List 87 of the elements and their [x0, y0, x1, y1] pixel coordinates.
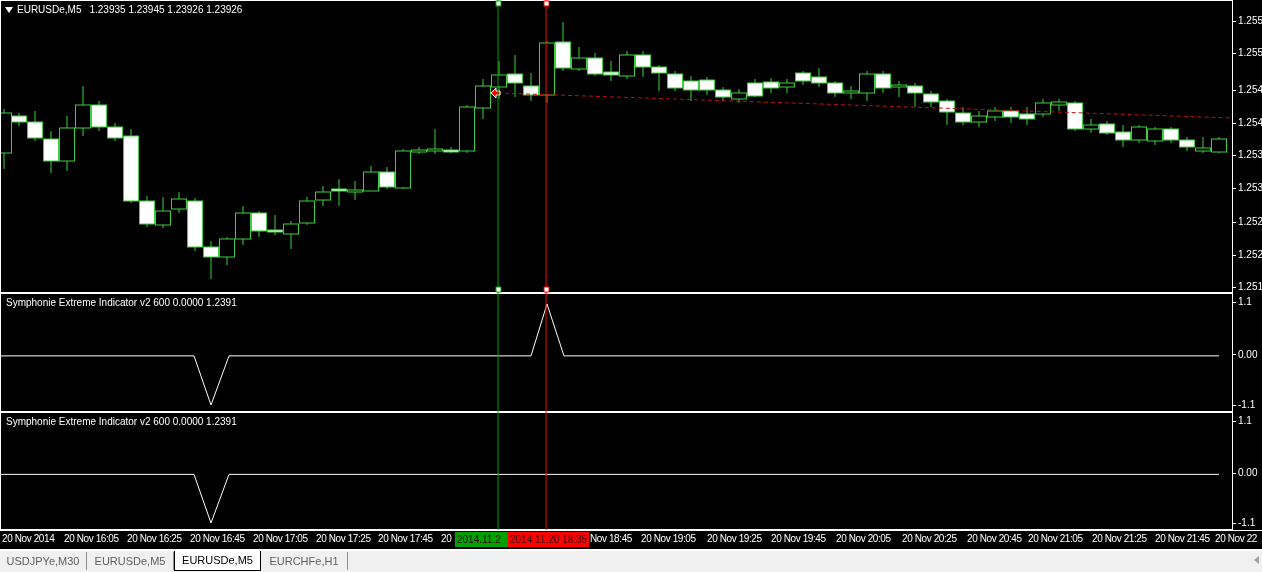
time-marker: 2014.11.20 18:35 — [508, 532, 590, 547]
candlestick — [43, 130, 59, 174]
candlestick — [219, 236, 235, 266]
candlestick — [683, 75, 699, 102]
indicator-label: Symphonie Extreme Indicator v2 600 0.0000 1.2391 — [6, 415, 237, 429]
chart-tab[interactable]: EURCHFe,H1 — [261, 552, 348, 570]
time-label: 20 Nov 2014 — [2, 532, 55, 546]
candlestick — [971, 110, 987, 128]
axis-label: 1.253 — [1238, 148, 1262, 162]
time-marker: 2014.11.2 — [455, 532, 508, 547]
axis-label: -1.1 — [1238, 398, 1256, 412]
time-label: 20 Nov 17:05 — [253, 532, 308, 546]
candlestick — [987, 106, 1003, 122]
arrow-icon — [490, 87, 501, 99]
time-label: Nov 18:45 — [590, 532, 632, 546]
candlestick — [1035, 98, 1051, 118]
candlestick — [1195, 136, 1211, 154]
time-label: 20 Nov 20:05 — [836, 532, 891, 546]
indicator-label: Symphonie Extreme Indicator v2 600 0.0000 1.2391 — [6, 296, 237, 310]
candlestick — [635, 50, 651, 78]
candlestick — [795, 70, 811, 86]
dropdown-icon[interactable] — [5, 7, 13, 13]
time-label: 20 Nov 19:45 — [771, 532, 826, 546]
candlestick — [587, 52, 603, 77]
candlestick — [715, 86, 731, 102]
time-label: 20 Nov 17:45 — [378, 532, 433, 546]
candlestick — [1211, 136, 1227, 154]
time-label: 20 Nov 21:25 — [1092, 532, 1147, 546]
axis-label: 1.252 — [1238, 215, 1262, 229]
axis-label: -1.1 — [1238, 516, 1256, 530]
candlestick — [603, 60, 619, 82]
axis-label: 1.252 — [1238, 248, 1262, 262]
candlestick — [203, 240, 219, 280]
axis-label: 1.255 — [1238, 14, 1262, 28]
candlestick — [651, 64, 667, 92]
time-label: 20 Nov 20:45 — [967, 532, 1022, 546]
axis-label: 1.254 — [1238, 83, 1262, 97]
time-label: 20 Nov 20:25 — [902, 532, 957, 546]
candlestick — [763, 77, 779, 94]
candlestick — [363, 165, 379, 192]
chart-tab[interactable]: EURUSDe,M5 — [174, 551, 261, 571]
candlestick — [1131, 124, 1147, 144]
candlestick — [955, 106, 971, 126]
time-label: 20 — [441, 532, 452, 546]
time-label: 20 Nov 17:25 — [316, 532, 371, 546]
axis-label: 1.1 — [1238, 295, 1252, 309]
candlestick — [667, 70, 683, 92]
axis-label: 0.00 — [1238, 466, 1258, 481]
time-label: 20 Nov 22 — [1215, 532, 1257, 546]
candlestick — [491, 60, 507, 100]
time-label: 20 Nov 16:45 — [190, 532, 245, 546]
time-label: 20 Nov 21:45 — [1155, 532, 1210, 546]
chart-tab[interactable]: USDJPYe,M30 — [0, 552, 87, 570]
axis-label: 1.255 — [1238, 46, 1262, 60]
candlestick — [1179, 136, 1195, 152]
axis-label: 0.00 — [1238, 347, 1258, 362]
candlestick — [875, 70, 891, 94]
time-label: 20 Nov 19:05 — [641, 532, 696, 546]
symbol-label: EURUSDe,M5 — [17, 3, 82, 17]
axis-label: 1.251 — [1238, 280, 1262, 294]
candlestick — [1003, 106, 1019, 124]
candlestick — [267, 214, 283, 236]
candlestick — [1147, 126, 1163, 146]
time-label: 20 Nov 19:25 — [707, 532, 762, 546]
candlestick — [59, 115, 75, 172]
time-label: 20 Nov 16:05 — [64, 532, 119, 546]
candlestick — [827, 80, 843, 98]
candlestick — [747, 78, 763, 98]
candlestick — [315, 185, 331, 207]
candlestick — [475, 78, 491, 120]
axis-label: 1.254 — [1238, 116, 1262, 130]
candlestick — [779, 78, 795, 94]
candlestick — [283, 220, 299, 250]
time-label: 20 Nov 21:05 — [1028, 532, 1083, 546]
time-label: 20 Nov 16:25 — [127, 532, 182, 546]
candlestick — [699, 76, 715, 96]
quote-text: 1.23935 1.23945 1.23926 1.23926 — [89, 3, 243, 17]
candlestick — [331, 178, 347, 207]
candlestick — [1163, 126, 1179, 144]
candlestick — [811, 67, 827, 88]
axis-label: 1.1 — [1238, 414, 1252, 428]
axis-label: 1.253 — [1238, 181, 1262, 195]
candlestick — [1019, 106, 1035, 126]
candlestick — [347, 180, 363, 201]
candlestick — [619, 50, 635, 80]
candlestick — [731, 88, 747, 104]
candlestick — [299, 196, 315, 226]
